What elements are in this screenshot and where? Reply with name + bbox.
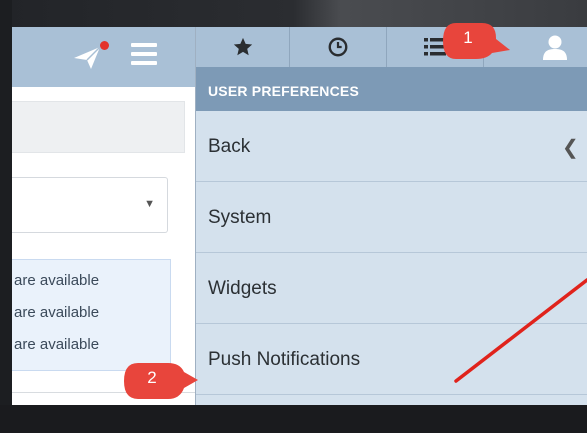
send-icon[interactable] — [72, 45, 102, 71]
menu-item-label: Widgets — [208, 278, 277, 299]
dropdown-select[interactable]: ▼ — [12, 177, 168, 233]
menu-item-push-notifications[interactable]: Push Notifications — [196, 324, 587, 395]
callout-badge-2: 2 — [120, 360, 200, 402]
section-header: USER PREFERENCES — [196, 67, 587, 111]
toolbar-strip — [12, 101, 185, 153]
notification-dot — [100, 41, 109, 50]
info-line: are available — [14, 304, 100, 321]
section-title: USER PREFERENCES — [208, 83, 360, 99]
callout-number: 1 — [463, 28, 473, 47]
tab-recent[interactable] — [290, 27, 387, 67]
callout-badge-1: 1 — [440, 20, 512, 62]
menu-item-back[interactable]: Back ❮ — [196, 111, 587, 182]
app-screen: ▼ are available are available are availa… — [12, 27, 587, 407]
panel-tab-bar — [196, 27, 587, 67]
chevron-left-icon: ❮ — [562, 137, 579, 159]
device-bezel-left — [0, 0, 12, 433]
menu-item-label: Push Notifications — [208, 349, 361, 370]
menu-item-system[interactable]: System — [196, 182, 587, 253]
menu-item-widgets[interactable]: Widgets — [196, 253, 587, 324]
info-line: are available — [14, 336, 100, 353]
hamburger-menu-icon[interactable] — [131, 43, 157, 67]
callout-number: 2 — [147, 368, 157, 387]
caret-down-icon: ▼ — [144, 198, 155, 210]
user-preferences-panel: USER PREFERENCES Back ❮ System Widgets P… — [196, 27, 587, 407]
star-icon — [233, 37, 252, 56]
menu-item-label: Back — [208, 136, 251, 157]
app-header — [12, 27, 195, 87]
info-line: are available — [14, 272, 100, 289]
tab-favorites[interactable] — [196, 27, 290, 67]
info-panel: are available are available are availabl… — [12, 259, 171, 371]
app-content: ▼ are available are available are availa… — [12, 87, 195, 407]
user-icon — [542, 35, 567, 60]
device-bezel-bottom — [0, 405, 587, 433]
clock-icon — [328, 37, 348, 57]
menu-item-label: System — [208, 207, 272, 228]
